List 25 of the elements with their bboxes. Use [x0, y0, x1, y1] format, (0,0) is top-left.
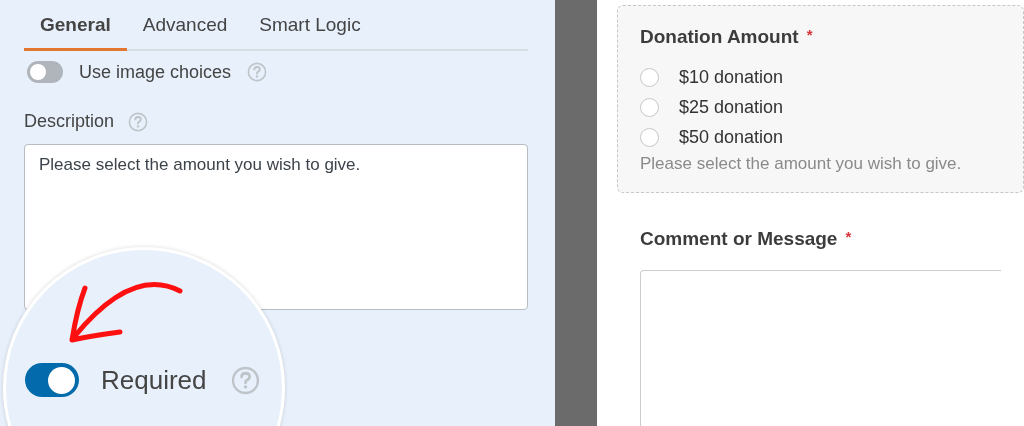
required-asterisk: *	[806, 26, 813, 45]
radio-button[interactable]	[640, 97, 659, 117]
toggle-label: Use image choices	[79, 61, 232, 83]
field-title: Comment or Message	[640, 228, 838, 250]
form-field-card[interactable]: Donation Amount * $10 donation $25 donation $50 donation Please select the amount you wish to give.	[617, 5, 1024, 193]
required-asterisk: *	[845, 228, 852, 247]
help-icon[interactable]	[128, 111, 149, 132]
settings-tab[interactable]: General	[24, 8, 127, 51]
field-description: Please select the amount you wish to give.	[640, 154, 963, 174]
option-label: $50 donation	[679, 126, 784, 148]
form-field-card[interactable]: Comment or Message *	[617, 199, 1024, 426]
comment-field[interactable]	[640, 270, 1001, 426]
help-icon[interactable]	[247, 62, 268, 82]
field-title: Donation Amount	[640, 26, 799, 48]
help-icon[interactable]	[230, 365, 260, 395]
toggle-switch[interactable]	[25, 363, 79, 397]
toggle-switch[interactable]	[27, 61, 63, 83]
option-label: $10 donation	[679, 66, 784, 88]
field-label: Description	[24, 111, 115, 132]
settings-tab[interactable]: Smart Logic	[243, 8, 377, 51]
radio-button[interactable]	[640, 67, 659, 87]
radio-button[interactable]	[640, 127, 659, 147]
option-label: $25 donation	[679, 96, 784, 118]
settings-tab[interactable]: Advanced	[126, 8, 244, 51]
toggle-label: Required	[101, 364, 207, 396]
